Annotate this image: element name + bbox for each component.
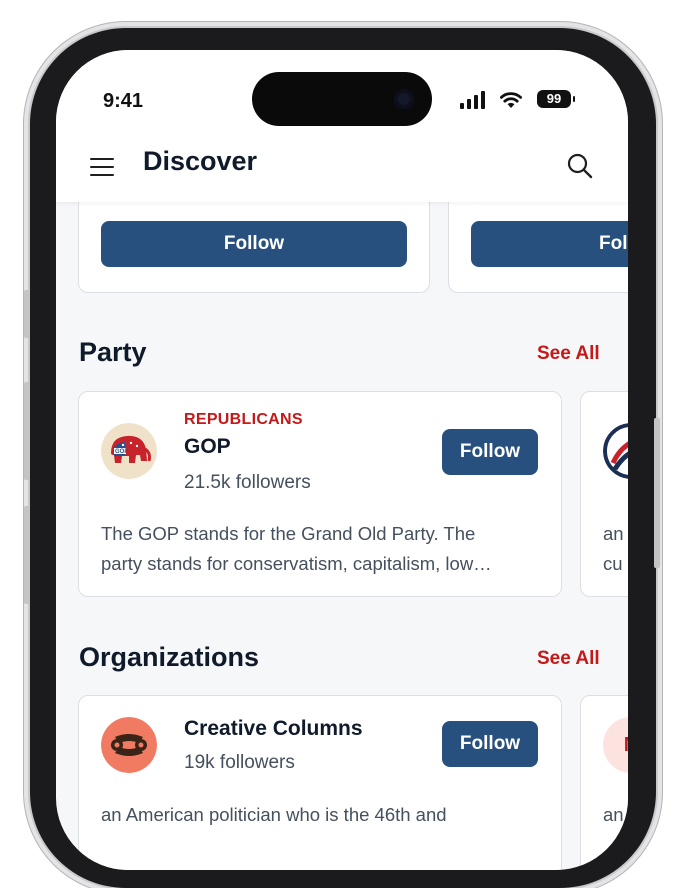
wifi-icon <box>500 92 522 108</box>
section-title-organizations: Organizations <box>79 642 260 672</box>
screen: 9:41 99 Discover Follow Foll Party See A… <box>56 50 628 870</box>
camera-icon <box>394 89 414 109</box>
party-avatar <box>603 423 628 479</box>
party-description-line: The GOP stands for the Grand Old Party. … <box>101 523 476 544</box>
side-button-volume-up <box>24 382 30 480</box>
follow-button[interactable]: Follow <box>442 429 538 475</box>
organization-avatar: N <box>603 717 628 773</box>
organization-card-2[interactable]: N an <box>580 695 628 870</box>
side-button-power <box>654 418 660 568</box>
organization-name: Creative Columns <box>184 717 363 740</box>
see-all-organizations-link[interactable]: See All <box>537 648 600 670</box>
follow-button[interactable]: Follow <box>442 721 538 767</box>
battery-icon: 99 <box>537 90 575 108</box>
follow-button[interactable]: Follow <box>101 221 407 267</box>
hamburger-menu-icon[interactable] <box>90 158 114 176</box>
svg-text:GOP: GOP <box>115 449 128 455</box>
app-header: Discover <box>56 138 628 202</box>
party-description-line: an <box>603 523 624 544</box>
organization-followers: 19k followers <box>184 752 295 773</box>
organization-card-creative-columns[interactable]: Creative Columns 19k followers Follow an… <box>78 695 562 870</box>
side-button-volume-down <box>24 506 30 604</box>
organization-description-line: an <box>603 804 624 825</box>
party-tag: REPUBLICANS <box>184 411 303 428</box>
party-card-gop[interactable]: GOP REPUBLICANS GOP 21.5k followers Foll… <box>78 391 562 597</box>
section-title-party: Party <box>79 337 147 367</box>
signal-icon <box>460 91 485 109</box>
page-title: Discover <box>143 146 258 176</box>
search-icon[interactable] <box>566 152 594 180</box>
avatar-letter: N <box>603 717 628 773</box>
party-description-line: party stands for conservatism, capitalis… <box>101 553 492 574</box>
top-card-1: Follow <box>78 190 430 293</box>
side-button-mute <box>24 290 30 338</box>
status-bar: 9:41 99 <box>56 50 628 138</box>
party-followers: 21.5k followers <box>184 472 311 493</box>
dynamic-island <box>252 72 432 126</box>
see-all-party-link[interactable]: See All <box>537 343 600 365</box>
party-card-2[interactable]: an cu <box>580 391 628 597</box>
organization-description-line: an American politician who is the 46th a… <box>101 804 447 825</box>
gop-avatar: GOP <box>101 423 157 479</box>
follow-button[interactable]: Foll <box>471 221 628 267</box>
creative-columns-avatar <box>101 717 157 773</box>
top-card-2: Foll <box>448 190 628 293</box>
party-description-line: cu <box>603 553 623 574</box>
status-time: 9:41 <box>103 90 144 112</box>
party-name: GOP <box>184 435 231 458</box>
